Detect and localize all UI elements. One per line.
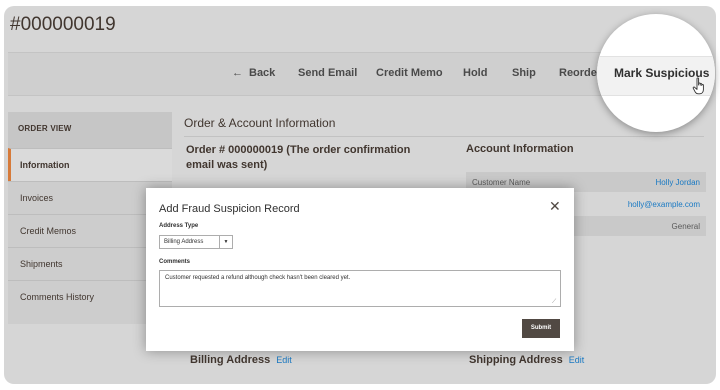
hold-button[interactable]: Hold xyxy=(463,67,487,79)
customer-name-link[interactable]: Holly Jordan xyxy=(656,178,700,187)
sidebar-item-information[interactable]: Information xyxy=(8,148,172,181)
fraud-suspicion-modal: Add Fraud Suspicion Record ✕ Address Typ… xyxy=(146,188,574,351)
chevron-down-icon: ▼ xyxy=(219,236,232,248)
back-label: Back xyxy=(249,67,276,79)
arrow-left-icon: ← xyxy=(232,67,243,79)
customer-group-value: General xyxy=(671,222,700,231)
billing-address-label: Billing Address xyxy=(190,354,271,366)
comments-textarea[interactable]: Customer requested a refund although che… xyxy=(159,270,561,307)
address-type-label: Address Type xyxy=(159,223,199,229)
hand-pointer-icon xyxy=(692,77,704,95)
account-information-title: Account Information xyxy=(466,143,574,155)
credit-memo-button[interactable]: Credit Memo xyxy=(376,67,443,79)
section-divider xyxy=(184,136,704,137)
address-type-select[interactable]: Billing Address ▼ xyxy=(159,235,233,249)
account-row-key: Customer Name xyxy=(472,178,531,187)
comments-label: Comments xyxy=(159,259,191,265)
section-title: Order & Account Information xyxy=(184,116,336,130)
page-title: #000000019 xyxy=(10,14,116,35)
billing-edit-link[interactable]: Edit xyxy=(276,355,292,365)
send-email-button[interactable]: Send Email xyxy=(298,67,357,79)
shipping-edit-link[interactable]: Edit xyxy=(569,355,585,365)
sidebar-heading: ORDER VIEW xyxy=(8,112,172,148)
resize-grip-icon[interactable]: ⟋ xyxy=(552,299,559,306)
billing-address-title: Billing Address Edit xyxy=(190,354,292,366)
address-type-value: Billing Address xyxy=(164,239,204,245)
order-title: Order # 000000019 (The order confirmatio… xyxy=(186,144,411,171)
close-icon[interactable]: ✕ xyxy=(549,199,561,213)
customer-email-link[interactable]: holly@example.com xyxy=(628,200,700,209)
shipping-address-title: Shipping Address Edit xyxy=(469,354,584,366)
modal-title: Add Fraud Suspicion Record xyxy=(159,203,300,215)
shipping-address-label: Shipping Address xyxy=(469,354,563,366)
back-button[interactable]: ← Back xyxy=(232,67,275,79)
ship-button[interactable]: Ship xyxy=(512,67,536,79)
submit-button[interactable]: Submit xyxy=(522,319,560,338)
zoom-spotlight: Mark Suspicious xyxy=(597,14,715,132)
reorder-button[interactable]: Reorder xyxy=(559,67,601,79)
